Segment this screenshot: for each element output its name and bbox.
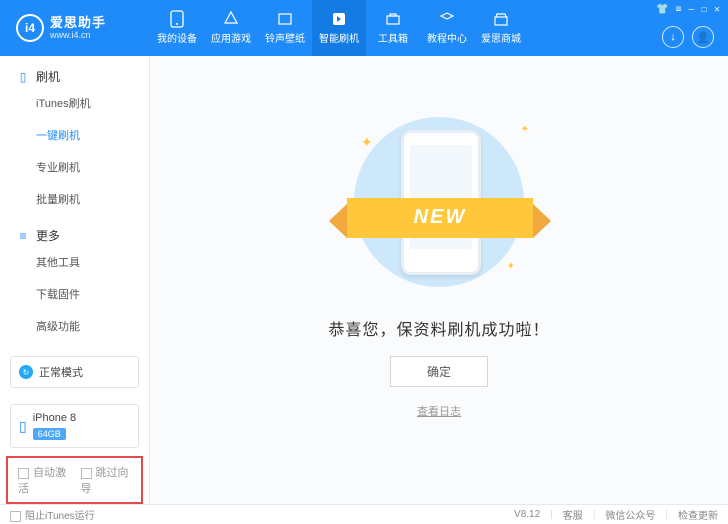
brand-url: www.i4.cn <box>50 31 106 40</box>
sidebar-item-itunes-flash[interactable]: iTunes刷机 <box>0 87 149 119</box>
minimize-button[interactable]: — <box>686 4 696 15</box>
tutorial-icon <box>438 11 456 27</box>
device-name: iPhone 8 <box>33 412 76 424</box>
checkbox-skip-guide[interactable]: 跳过向导 <box>81 464 132 496</box>
nav-flash[interactable]: 智能刷机 <box>312 0 366 56</box>
highlighted-options: 自动激活 跳过向导 <box>6 456 143 504</box>
download-button[interactable]: ↓ <box>662 26 684 48</box>
mode-label: 正常模式 <box>39 364 83 380</box>
nav-apps[interactable]: 应用游戏 <box>204 0 258 56</box>
sidebar: ▯ 刷机 iTunes刷机 一键刷机 专业刷机 批量刷机 ≡ 更多 其他工具 下… <box>0 56 150 504</box>
sidebar-item-download-firmware[interactable]: 下载固件 <box>0 278 149 310</box>
close-button[interactable]: ✕ <box>712 4 722 15</box>
phone-icon: ▯ <box>16 71 30 83</box>
storage-badge: 64GB <box>33 428 66 440</box>
ok-button[interactable]: 确定 <box>390 356 488 387</box>
sidebar-item-other-tools[interactable]: 其他工具 <box>0 246 149 278</box>
logo-icon: i4 <box>16 14 44 42</box>
ribbon-new: NEW <box>347 198 533 238</box>
nav-store[interactable]: 爱思商城 <box>474 0 528 56</box>
nav-toolbox[interactable]: 工具箱 <box>366 0 420 56</box>
check-update-link[interactable]: 检查更新 <box>678 507 718 522</box>
apps-icon <box>222 11 240 27</box>
checkbox-auto-activate[interactable]: 自动激活 <box>18 464 69 496</box>
nav-ringtone[interactable]: 铃声壁纸 <box>258 0 312 56</box>
view-log-link[interactable]: 查看日志 <box>417 403 461 419</box>
version-label: V8.12 <box>514 509 540 520</box>
success-illustration: ✦ ✦ ✦ NEW <box>339 112 539 292</box>
success-message: 恭喜您，保资料刷机成功啦！ <box>328 316 549 340</box>
device-indicator[interactable]: ▯ iPhone 8 64GB <box>10 404 139 448</box>
phone-icon: ▯ <box>19 418 27 435</box>
main-content: ✦ ✦ ✦ NEW 恭喜您，保资料刷机成功啦！ 确定 查看日志 <box>150 56 728 504</box>
toolbox-icon <box>384 11 402 27</box>
maximize-button[interactable]: ☐ <box>699 4 709 15</box>
sidebar-item-advanced[interactable]: 高级功能 <box>0 310 149 342</box>
store-icon <box>492 11 510 27</box>
download-icon: ↓ <box>670 31 676 43</box>
nav-my-device[interactable]: 我的设备 <box>150 0 204 56</box>
window-controls: 👕 ≡ — ☐ ✕ <box>654 4 722 15</box>
sidebar-item-batch-flash[interactable]: 批量刷机 <box>0 183 149 215</box>
mode-indicator[interactable]: ↻ 正常模式 <box>10 356 139 388</box>
support-link[interactable]: 客服 <box>563 507 583 522</box>
flash-icon <box>330 11 348 27</box>
brand-area: i4 爱思助手 www.i4.cn <box>0 14 150 42</box>
sidebar-group-flash: ▯ 刷机 <box>0 56 149 87</box>
list-icon: ≡ <box>16 230 30 242</box>
status-bar: 阻止iTunes运行 V8.12 | 客服 | 微信公众号 | 检查更新 <box>0 504 728 524</box>
nav-tutorial[interactable]: 教程中心 <box>420 0 474 56</box>
top-nav: 我的设备 应用游戏 铃声壁纸 智能刷机 工具箱 教程中心 爱思商城 <box>150 0 528 56</box>
app-header: i4 爱思助手 www.i4.cn 我的设备 应用游戏 铃声壁纸 智能刷机 工具… <box>0 0 728 56</box>
user-icon: 👤 <box>696 31 710 44</box>
menu-button[interactable]: ≡ <box>674 4 684 15</box>
checkbox-block-itunes[interactable]: 阻止iTunes运行 <box>10 507 95 522</box>
mode-icon: ↻ <box>19 365 33 379</box>
skin-button[interactable]: 👕 <box>654 4 670 15</box>
device-icon <box>168 11 186 27</box>
sidebar-item-pro-flash[interactable]: 专业刷机 <box>0 151 149 183</box>
user-button[interactable]: 👤 <box>692 26 714 48</box>
sidebar-item-oneclick-flash[interactable]: 一键刷机 <box>0 119 149 151</box>
wechat-link[interactable]: 微信公众号 <box>605 507 655 522</box>
ringtone-icon <box>276 11 294 27</box>
brand-name: 爱思助手 <box>50 16 106 29</box>
sidebar-group-more: ≡ 更多 <box>0 215 149 246</box>
